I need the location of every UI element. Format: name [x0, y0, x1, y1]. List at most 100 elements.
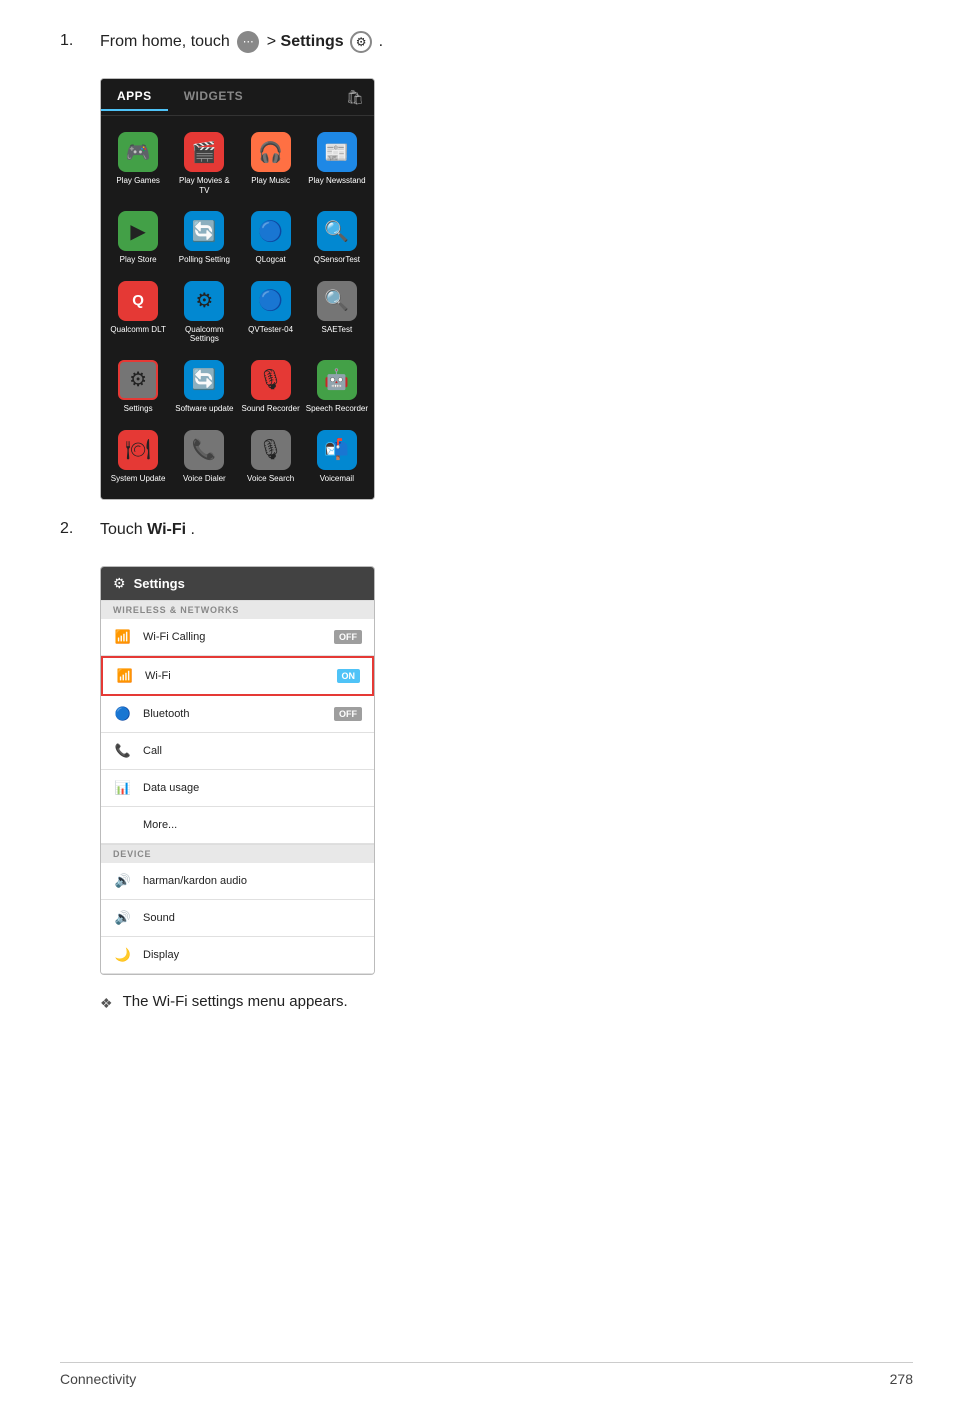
- device-section-label: DEVICE: [101, 844, 374, 863]
- step-2-row: 2. Touch Wi-Fi .: [60, 518, 913, 542]
- app-qualcomm-settings-icon: ⚙: [184, 281, 224, 321]
- app-play-music-icon: 🎧: [251, 132, 291, 172]
- app-settings: ⚙ Settings: [105, 352, 171, 422]
- apps-grid: 🎮 Play Games 🎬 Play Movies & TV 🎧 Play M…: [101, 116, 374, 499]
- footer-left: Connectivity: [60, 1371, 136, 1387]
- step-2-text: Touch Wi-Fi .: [100, 518, 195, 542]
- data-usage-label: Data usage: [143, 782, 362, 794]
- store-icon: 🛍: [346, 89, 364, 106]
- app-qlogcat-icon: 🔵: [251, 211, 291, 251]
- settings-item-call[interactable]: 📞 Call: [101, 733, 374, 770]
- app-play-movies-icon: 🎬: [184, 132, 224, 172]
- settings-item-wifi-calling[interactable]: 📶 Wi-Fi Calling OFF: [101, 619, 374, 656]
- app-play-newsstand-icon: 📰: [317, 132, 357, 172]
- app-qualcomm-settings-label: Qualcomm Settings: [173, 325, 235, 344]
- app-sound-recorder-label: Sound Recorder: [241, 404, 299, 414]
- app-play-movies-label: Play Movies & TV: [173, 176, 235, 195]
- app-play-store: ▶ Play Store: [105, 203, 171, 273]
- apps-header: APPS WIDGETS 🛍: [101, 79, 374, 116]
- harman-icon: 🔊: [113, 871, 133, 891]
- app-qvtester-label: QVTester-04: [248, 325, 293, 335]
- step-2-prefix: Touch: [100, 521, 147, 538]
- settings-header-title: Settings: [134, 576, 185, 591]
- app-qlogcat-label: QLogcat: [256, 255, 286, 265]
- app-saetest: 🔍 SAETest: [304, 273, 370, 352]
- app-qlogcat: 🔵 QLogcat: [238, 203, 304, 273]
- step-1-settings-label: Settings: [281, 33, 344, 50]
- settings-header: ⚙ Settings: [101, 567, 374, 600]
- app-qsensor-label: QSensorTest: [314, 255, 360, 265]
- app-settings-label: Settings: [124, 404, 153, 414]
- app-qualcomm-settings: ⚙ Qualcomm Settings: [171, 273, 237, 352]
- app-qvtester: 🔵 QVTester-04: [238, 273, 304, 352]
- app-play-movies: 🎬 Play Movies & TV: [171, 124, 237, 203]
- app-voicemail: 📬 Voicemail: [304, 422, 370, 492]
- app-speech-recorder-label: Speech Recorder: [306, 404, 368, 414]
- app-polling-icon: 🔄: [184, 211, 224, 251]
- wifi-calling-label: Wi-Fi Calling: [143, 631, 334, 643]
- app-voicemail-icon: 📬: [317, 430, 357, 470]
- step-1-prefix: From home, touch: [100, 33, 230, 50]
- more-icon: [113, 815, 133, 835]
- settings-item-bluetooth[interactable]: 🔵 Bluetooth OFF: [101, 696, 374, 733]
- sound-label: Sound: [143, 912, 362, 924]
- settings-screenshot: ⚙ Settings WIRELESS & NETWORKS 📶 Wi-Fi C…: [100, 566, 375, 975]
- wifi-toggle[interactable]: ON: [337, 669, 361, 683]
- app-sound-recorder: 🎙 Sound Recorder: [238, 352, 304, 422]
- app-system-update: 🍽 System Update: [105, 422, 171, 492]
- app-play-games: 🎮 Play Games: [105, 124, 171, 203]
- app-software-update-icon: 🔄: [184, 360, 224, 400]
- step-1-row: 1. From home, touch ⋯ > Settings ⚙ .: [60, 30, 913, 54]
- app-play-newsstand-label: Play Newsstand: [308, 176, 365, 186]
- wireless-networks-section-label: WIRELESS & NETWORKS: [101, 600, 374, 619]
- call-label: Call: [143, 745, 362, 757]
- wifi-calling-toggle[interactable]: OFF: [334, 630, 362, 644]
- bullet-diamond-icon: ❖: [100, 995, 113, 1012]
- page-footer: Connectivity 278: [60, 1362, 913, 1387]
- app-qualcomm-dlt-icon: Q: [118, 281, 158, 321]
- app-polling-label: Polling Setting: [179, 255, 230, 265]
- apps-tab-widgets: WIDGETS: [168, 83, 260, 111]
- settings-item-wifi[interactable]: 📶 Wi-Fi ON: [101, 656, 374, 696]
- settings-item-sound[interactable]: 🔊 Sound: [101, 900, 374, 937]
- app-sound-recorder-icon: 🎙: [251, 360, 291, 400]
- app-system-update-icon: 🍽: [118, 430, 158, 470]
- app-voice-search-label: Voice Search: [247, 474, 294, 484]
- settings-item-more[interactable]: More...: [101, 807, 374, 844]
- app-qsensor: 🔍 QSensorTest: [304, 203, 370, 273]
- more-label: More...: [143, 819, 362, 831]
- app-speech-recorder-icon: 🤖: [317, 360, 357, 400]
- apps-screenshot: APPS WIDGETS 🛍 🎮 Play Games 🎬 Play Movie…: [100, 78, 375, 500]
- settings-item-harman[interactable]: 🔊 harman/kardon audio: [101, 863, 374, 900]
- app-play-music: 🎧 Play Music: [238, 124, 304, 203]
- app-voice-search: 🎙 Voice Search: [238, 422, 304, 492]
- app-play-store-icon: ▶: [118, 211, 158, 251]
- data-usage-icon: 📊: [113, 778, 133, 798]
- app-play-music-label: Play Music: [251, 176, 290, 186]
- app-qvtester-icon: 🔵: [251, 281, 291, 321]
- app-voice-dialer-label: Voice Dialer: [183, 474, 226, 484]
- bluetooth-toggle[interactable]: OFF: [334, 707, 362, 721]
- step-2-number: 2.: [60, 518, 100, 538]
- settings-item-data-usage[interactable]: 📊 Data usage: [101, 770, 374, 807]
- gear-inline-icon: ⚙: [350, 31, 372, 53]
- app-polling-setting: 🔄 Polling Setting: [171, 203, 237, 273]
- step-1-suffix: .: [379, 33, 383, 50]
- bluetooth-label: Bluetooth: [143, 708, 334, 720]
- step-1-number: 1.: [60, 30, 100, 50]
- app-voice-dialer-icon: 📞: [184, 430, 224, 470]
- bluetooth-icon: 🔵: [113, 704, 133, 724]
- harman-label: harman/kardon audio: [143, 875, 362, 887]
- settings-item-display[interactable]: 🌙 Display: [101, 937, 374, 974]
- app-speech-recorder: 🤖 Speech Recorder: [304, 352, 370, 422]
- apps-tab-right: 🛍: [346, 83, 374, 111]
- step-1-text: From home, touch ⋯ > Settings ⚙ .: [100, 30, 383, 54]
- app-system-update-label: System Update: [111, 474, 166, 484]
- app-qsensor-icon: 🔍: [317, 211, 357, 251]
- app-play-games-icon: 🎮: [118, 132, 158, 172]
- app-qualcomm-dlt: Q Qualcomm DLT: [105, 273, 171, 352]
- app-play-games-label: Play Games: [116, 176, 160, 186]
- step-2-wifi-label: Wi-Fi: [147, 521, 186, 538]
- app-saetest-label: SAETest: [322, 325, 353, 335]
- step-1-middle: >: [267, 33, 281, 50]
